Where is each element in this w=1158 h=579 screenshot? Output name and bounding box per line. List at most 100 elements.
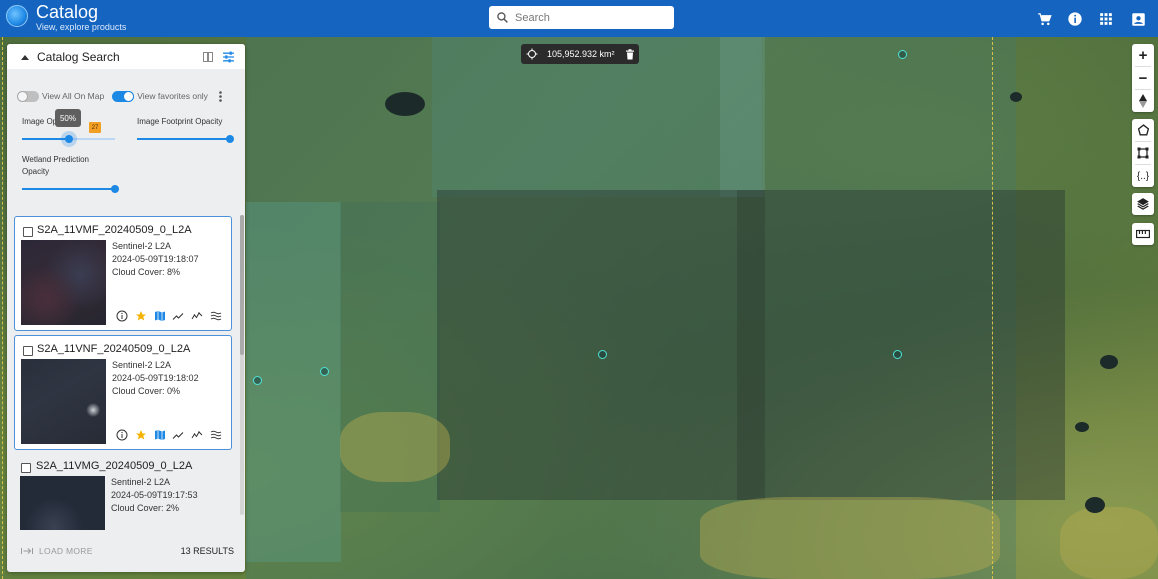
ruler-icon[interactable] (1132, 223, 1154, 245)
lake (1010, 92, 1022, 102)
polygon-draw-icon[interactable] (1132, 119, 1154, 141)
result-product: Sentinel-2 L2A (112, 360, 172, 370)
toggle-row: View All On Map View favorites only (17, 88, 237, 104)
spectral-chart-icon[interactable] (190, 428, 204, 442)
image-opacity-thumb[interactable] (65, 135, 73, 143)
count-badge: 27 (89, 122, 101, 133)
footprint-point[interactable] (598, 350, 607, 359)
search-icon (489, 11, 515, 24)
compass-icon[interactable] (1132, 90, 1154, 112)
apps-grid-icon[interactable] (1096, 9, 1116, 29)
result-name: S2A_11VMG_20240509_0_L2A (36, 460, 193, 472)
view-all-toggle[interactable] (17, 90, 39, 102)
footprint-opacity-slider[interactable] (137, 135, 234, 143)
search-bar[interactable] (489, 6, 674, 29)
result-toolbar (115, 309, 223, 323)
slider-value-tooltip: 50% (55, 109, 81, 127)
more-options-icon[interactable] (215, 89, 225, 103)
footprint-opacity-label: Image Footprint Opacity (137, 117, 223, 126)
wave-layers-icon[interactable] (209, 428, 223, 442)
result-card[interactable]: S2A_11VMG_20240509_0_L2A Sentinel-2 L2A … (14, 453, 232, 530)
favorite-star-icon[interactable] (134, 428, 148, 442)
panel-footer: LOAD MORE 13 RESULTS (7, 541, 245, 561)
info-icon[interactable] (115, 428, 129, 442)
result-datetime: 2024-05-09T19:17:53 (111, 490, 198, 500)
spectral-chart-icon[interactable] (190, 309, 204, 323)
favorites-label: View favorites only (137, 91, 208, 101)
zoom-out-icon[interactable]: − (1132, 67, 1154, 89)
result-checkbox[interactable] (21, 463, 31, 473)
area-measure-pill: 105,952.932 km² (521, 44, 639, 64)
map-icon[interactable] (153, 428, 167, 442)
info-icon[interactable] (1065, 9, 1085, 29)
catalog-search-panel: Catalog Search View All On Map View favo… (7, 44, 245, 572)
result-thumbnail[interactable] (21, 240, 106, 325)
collapse-arrow-icon[interactable] (21, 54, 31, 60)
image-opacity-label: Image Op (22, 117, 58, 126)
footprint-point[interactable] (893, 350, 902, 359)
result-meta: Sentinel-2 L2A 2024-05-09T19:17:53 Cloud… (111, 476, 198, 515)
result-checkbox[interactable] (23, 346, 33, 356)
info-icon[interactable] (115, 309, 129, 323)
result-card[interactable]: S2A_11VMF_20240509_0_L2A Sentinel-2 L2A … (14, 216, 232, 331)
result-datetime: 2024-05-09T19:18:07 (112, 254, 199, 264)
footprint-opacity-thumb[interactable] (226, 135, 234, 143)
terrain-patch (1060, 507, 1158, 579)
image-opacity-slider[interactable] (22, 131, 115, 147)
favorites-toggle[interactable] (112, 90, 135, 102)
result-card[interactable]: S2A_11VNF_20240509_0_L2A Sentinel-2 L2A … (14, 335, 232, 450)
search-input[interactable] (515, 11, 665, 24)
layers-control (1132, 193, 1154, 215)
wave-layers-icon[interactable] (209, 309, 223, 323)
results-count: 13 RESULTS (180, 546, 234, 556)
wetland-label-line2: Opacity (22, 167, 50, 176)
load-more-label: LOAD MORE (39, 546, 93, 556)
tile-boundary-line (992, 37, 993, 579)
line-chart-icon[interactable] (171, 428, 185, 442)
crosshair-icon[interactable] (521, 48, 543, 60)
favorite-star-icon[interactable] (134, 309, 148, 323)
draw-controls: {..} (1132, 119, 1154, 187)
area-measure-value: 105,952.932 km² (547, 49, 615, 59)
scrollbar-thumb[interactable] (240, 215, 244, 355)
app-logo-icon (6, 5, 28, 27)
footprint-tile (737, 190, 765, 500)
result-meta: Sentinel-2 L2A 2024-05-09T19:18:02 Cloud… (112, 359, 199, 398)
result-name: S2A_11VMF_20240509_0_L2A (37, 224, 192, 236)
footprint-tile (720, 37, 765, 197)
lake (385, 92, 425, 116)
footprint-point[interactable] (898, 50, 907, 59)
cart-icon[interactable] (1034, 9, 1054, 29)
footprint-point[interactable] (253, 376, 262, 385)
panel-title: Catalog Search (37, 49, 120, 64)
map-icon[interactable] (153, 309, 167, 323)
geojson-icon[interactable]: {..} (1132, 165, 1154, 187)
load-more-button[interactable]: LOAD MORE (21, 546, 93, 556)
footprint-point[interactable] (320, 367, 329, 376)
trash-icon[interactable] (621, 48, 639, 60)
results-scrollbar[interactable] (240, 215, 244, 515)
result-toolbar (115, 428, 223, 442)
result-name: S2A_11VNF_20240509_0_L2A (37, 343, 191, 355)
result-product: Sentinel-2 L2A (111, 477, 171, 487)
lake (1100, 355, 1118, 369)
wetland-opacity-slider[interactable] (22, 185, 119, 193)
wetland-opacity-thumb[interactable] (111, 185, 119, 193)
lake (1085, 497, 1105, 513)
layers-icon[interactable] (1132, 193, 1154, 215)
filter-settings-icon[interactable] (221, 49, 236, 64)
book-icon[interactable] (200, 49, 215, 64)
terrain-patch (700, 497, 1000, 579)
result-meta: Sentinel-2 L2A 2024-05-09T19:18:07 Cloud… (112, 240, 199, 279)
result-product: Sentinel-2 L2A (112, 241, 172, 251)
rectangle-draw-icon[interactable] (1132, 142, 1154, 164)
wetland-label-line1: Wetland Prediction (22, 155, 89, 164)
app-header: Catalog View, explore products (0, 0, 1158, 37)
result-thumbnail[interactable] (20, 476, 105, 530)
result-checkbox[interactable] (23, 227, 33, 237)
line-chart-icon[interactable] (171, 309, 185, 323)
account-icon[interactable] (1128, 9, 1148, 29)
zoom-in-icon[interactable]: + (1132, 44, 1154, 66)
result-cloud-cover: Cloud Cover: 2% (111, 503, 180, 513)
result-thumbnail[interactable] (21, 359, 106, 444)
